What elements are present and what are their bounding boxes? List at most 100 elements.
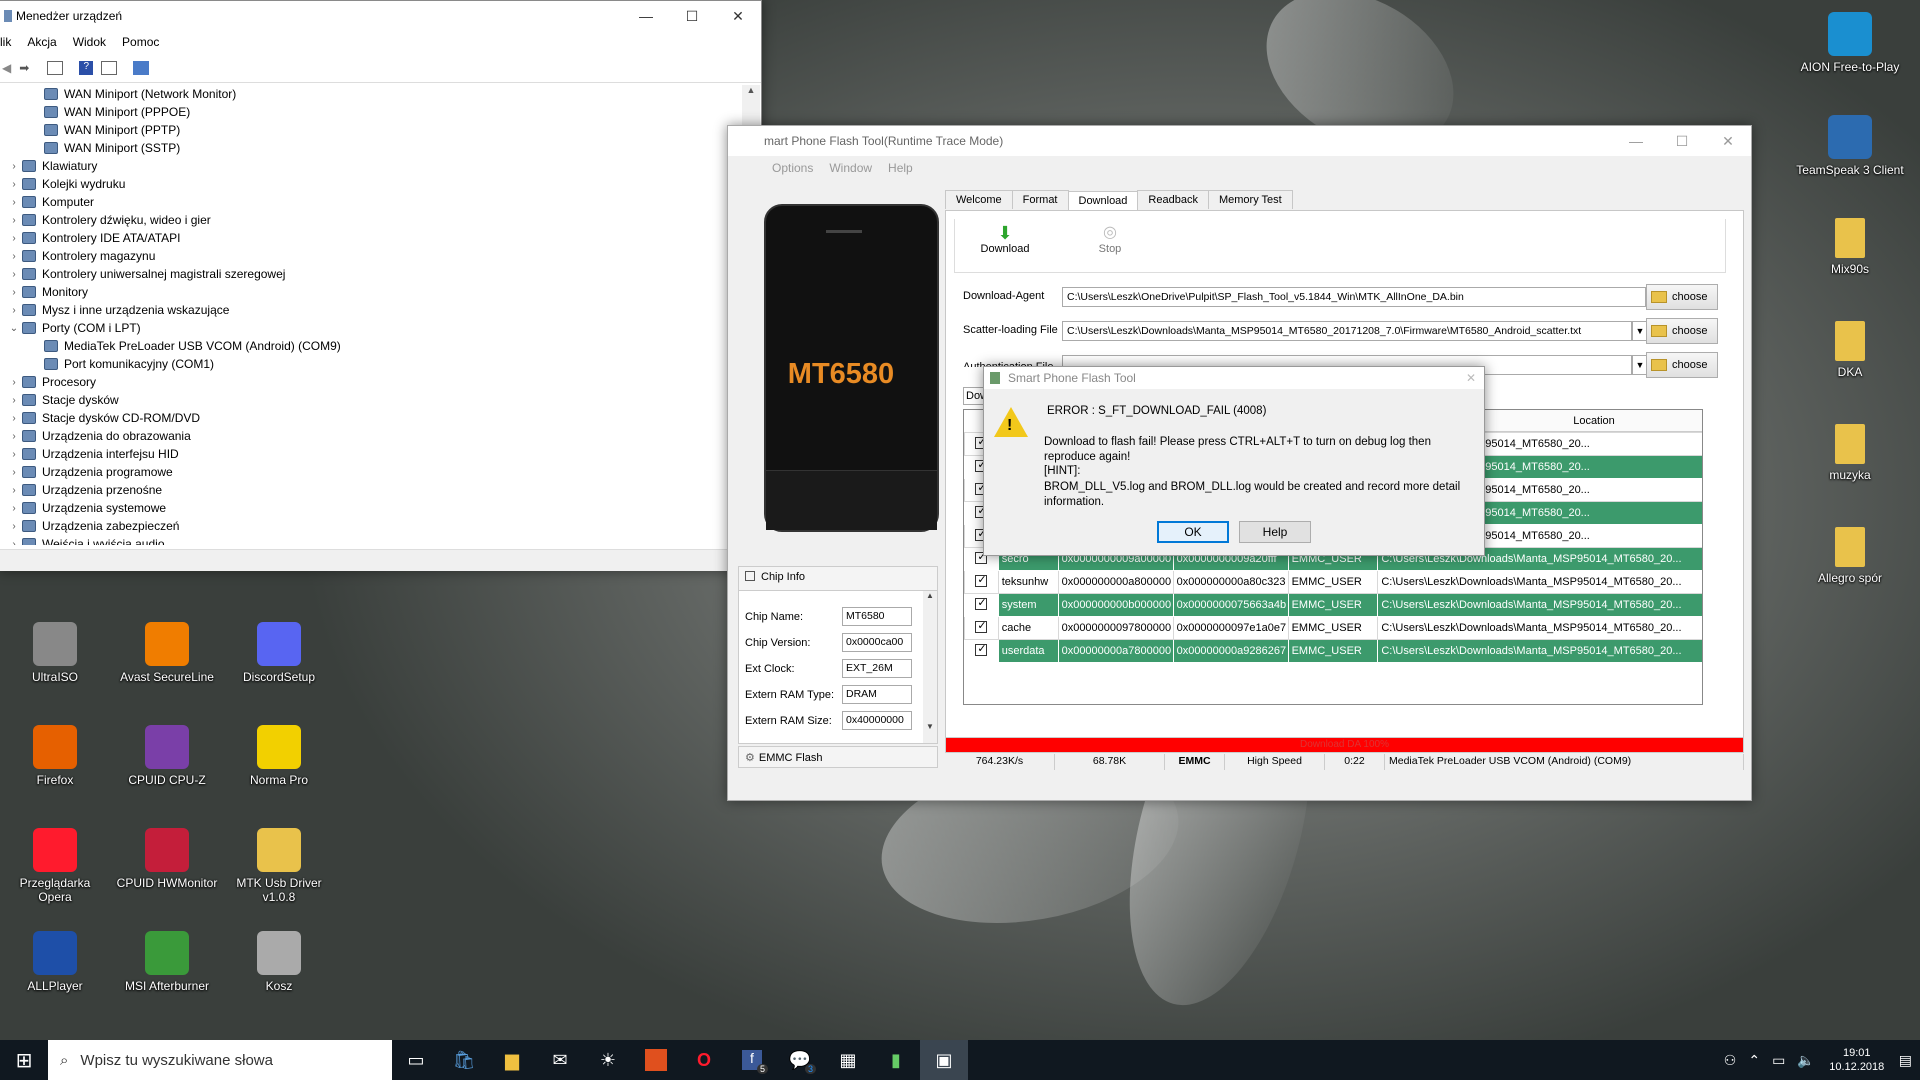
partition-checkbox[interactable] xyxy=(975,573,988,587)
partition-checkbox-cell[interactable] xyxy=(964,639,999,663)
desktop-icon[interactable]: DKA xyxy=(1795,321,1905,379)
desktop-icon[interactable]: Przeglądarka Opera xyxy=(2,828,108,904)
help-icon[interactable]: ? xyxy=(79,60,94,75)
desktop-icon[interactable]: CPUID HWMonitor xyxy=(114,828,220,890)
tree-node[interactable]: › Kontrolery IDE ATA/ATAPI xyxy=(0,229,742,247)
clock[interactable]: 19:01 10.12.2018 xyxy=(1827,1046,1887,1074)
tab-memory-test[interactable]: Memory Test xyxy=(1207,190,1293,209)
desktop-icon[interactable]: Norma Pro xyxy=(226,725,332,787)
tree-node[interactable]: › Wejścia i wyjścia audio xyxy=(0,535,742,545)
choose-scatter-button[interactable]: choose xyxy=(1646,318,1718,344)
choose-da-button[interactable]: choose xyxy=(1646,284,1718,310)
tree-node[interactable]: › Procesory xyxy=(0,373,742,391)
tree-node[interactable]: WAN Miniport (Network Monitor) xyxy=(0,85,742,103)
store-icon[interactable]: 🛍 xyxy=(440,1040,488,1080)
scroll-up-icon[interactable]: ▲ xyxy=(742,85,760,101)
chevron-right-icon[interactable]: › xyxy=(6,161,22,172)
chevron-right-icon[interactable]: › xyxy=(6,503,22,514)
tree-node[interactable]: WAN Miniport (PPTP) xyxy=(0,121,742,139)
chevron-right-icon[interactable]: › xyxy=(6,233,22,244)
facebook-icon[interactable]: f5 xyxy=(728,1040,776,1080)
calculator-icon[interactable]: ▦ xyxy=(824,1040,872,1080)
desktop-icon[interactable]: Avast SecureLine xyxy=(114,622,220,684)
tree-node[interactable]: › Kontrolery uniwersalnej magistrali szer… xyxy=(0,265,742,283)
devmgr-titlebar[interactable]: Menedżer urządzeń — ☐ ✕ xyxy=(0,1,761,31)
minimize-button[interactable]: — xyxy=(623,1,669,31)
chevron-right-icon[interactable]: › xyxy=(6,413,22,424)
partition-checkbox-cell[interactable] xyxy=(964,570,999,594)
menu-item[interactable]: Pomoc xyxy=(114,35,167,49)
partition-row[interactable]: userdata0x00000000a78000000x00000000a928… xyxy=(964,639,1702,663)
tree-node[interactable]: › Kolejki wydruku xyxy=(0,175,742,193)
partition-checkbox-cell[interactable] xyxy=(964,593,999,617)
dialog-close-icon[interactable]: ✕ xyxy=(1466,371,1476,385)
tree-node[interactable]: › Stacje dysków CD-ROM/DVD xyxy=(0,409,742,427)
chevron-right-icon[interactable]: › xyxy=(6,521,22,532)
properties-icon[interactable] xyxy=(47,60,64,75)
close-button[interactable]: ✕ xyxy=(1705,126,1751,156)
partition-checkbox-cell[interactable] xyxy=(964,616,999,640)
chevron-right-icon[interactable]: › xyxy=(6,287,22,298)
partition-row[interactable]: cache0x00000000978000000x0000000097e1a0e… xyxy=(964,616,1702,640)
tab-download[interactable]: Download xyxy=(1067,191,1139,210)
flash-tool-taskbar-icon[interactable]: ▮ xyxy=(872,1040,920,1080)
menu-item[interactable]: lik xyxy=(0,35,19,49)
tab-welcome[interactable]: Welcome xyxy=(945,190,1013,209)
network-icon[interactable]: ▭ xyxy=(1772,1052,1785,1069)
forward-icon[interactable]: ➡ xyxy=(19,61,29,75)
maximize-button[interactable]: ☐ xyxy=(1659,126,1705,156)
tree-node[interactable]: › Urządzenia systemowe xyxy=(0,499,742,517)
chevron-right-icon[interactable]: › xyxy=(6,215,22,226)
chevron-right-icon[interactable]: › xyxy=(6,305,22,316)
chevron-right-icon[interactable]: › xyxy=(6,539,22,546)
monitor-icon[interactable] xyxy=(133,60,150,75)
mail-icon[interactable]: ✉ xyxy=(536,1040,584,1080)
tree-node[interactable]: › Monitory xyxy=(0,283,742,301)
people-icon[interactable]: ⚇ xyxy=(1724,1052,1737,1069)
desktop-icon[interactable]: MTK Usb Driver v1.0.8 xyxy=(226,828,332,904)
weather-icon[interactable]: ☀ xyxy=(584,1040,632,1080)
desktop-icon[interactable]: muzyka xyxy=(1795,424,1905,482)
device-manager-taskbar-icon[interactable]: ▣ xyxy=(920,1040,968,1080)
opera-taskbar-icon[interactable]: O xyxy=(680,1040,728,1080)
start-button[interactable]: ⊞ xyxy=(0,1040,48,1080)
desktop-icon[interactable]: Firefox xyxy=(2,725,108,787)
chevron-right-icon[interactable]: › xyxy=(6,377,22,388)
tree-node[interactable]: › Urządzenia zabezpieczeń xyxy=(0,517,742,535)
chevron-right-icon[interactable]: › xyxy=(6,197,22,208)
partition-row[interactable]: teksunhw0x000000000a8000000x000000000a80… xyxy=(964,570,1702,594)
chevron-right-icon[interactable]: › xyxy=(6,179,22,190)
chevron-right-icon[interactable]: › xyxy=(6,395,22,406)
chip-scrollbar[interactable]: ▲ ▼ xyxy=(923,591,937,743)
chip-info-header[interactable]: Chip Info xyxy=(739,567,937,591)
desktop-icon[interactable]: AION Free-to-Play xyxy=(1795,12,1905,74)
tree-node[interactable]: › Urządzenia programowe xyxy=(0,463,742,481)
back-icon[interactable]: ◀ xyxy=(2,61,11,75)
flash-titlebar[interactable]: mart Phone Flash Tool(Runtime Trace Mode… xyxy=(728,126,1751,156)
desktop-icon[interactable]: Mix90s xyxy=(1795,218,1905,276)
menu-item[interactable]: Window xyxy=(821,161,880,175)
minimize-button[interactable]: — xyxy=(1613,126,1659,156)
partition-checkbox[interactable] xyxy=(975,642,988,656)
chevron-down-icon[interactable]: ⌄ xyxy=(6,323,22,334)
help-button[interactable]: Help xyxy=(1239,521,1311,543)
menu-item[interactable]: Akcja xyxy=(19,35,64,49)
desktop-icon[interactable]: Allegro spór xyxy=(1795,527,1905,585)
volume-icon[interactable]: 🔈 xyxy=(1797,1052,1814,1069)
tree-node[interactable]: › Stacje dysków xyxy=(0,391,742,409)
chevron-up-icon[interactable]: ⌃ xyxy=(1748,1052,1760,1069)
task-view-icon[interactable]: ▭ xyxy=(392,1040,440,1080)
file-explorer-icon[interactable]: ▆ xyxy=(488,1040,536,1080)
search-box[interactable]: ⌕ Wpisz tu wyszukiwane słowa xyxy=(48,1040,392,1080)
notification-icon[interactable]: ▤ xyxy=(1899,1052,1912,1069)
tree-node[interactable]: › Urządzenia interfejsu HID xyxy=(0,445,742,463)
desktop-icon[interactable]: DiscordSetup xyxy=(226,622,332,684)
view-icon[interactable] xyxy=(101,60,118,75)
tree-node[interactable]: › Klawiatury xyxy=(0,157,742,175)
chevron-right-icon[interactable]: › xyxy=(6,449,22,460)
menu-item[interactable]: Help xyxy=(880,161,921,175)
emmc-flash-header[interactable]: ⚙ EMMC Flash xyxy=(738,746,938,768)
tree-node[interactable]: MediaTek PreLoader USB VCOM (Android) (C… xyxy=(0,337,742,355)
desktop-icon[interactable]: UltraISO xyxy=(2,622,108,684)
desktop-icon[interactable]: CPUID CPU-Z xyxy=(114,725,220,787)
